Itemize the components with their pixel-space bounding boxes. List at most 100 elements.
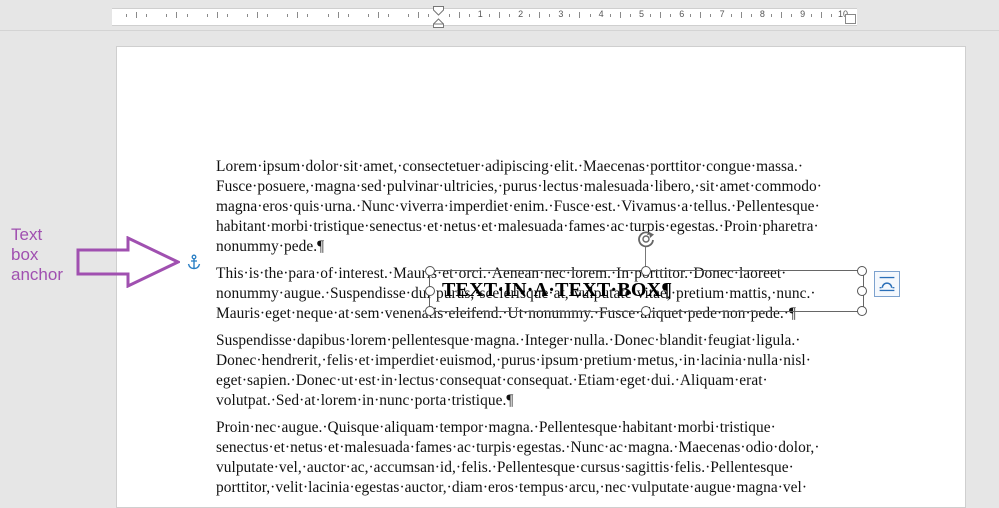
ruler-tick — [267, 14, 269, 17]
ruler-tick — [136, 12, 138, 18]
ruler-tick — [448, 14, 450, 17]
ruler-tick — [770, 14, 772, 17]
ruler-tick — [327, 14, 329, 17]
text-line: nonummy·pede.¶ — [216, 238, 325, 255]
annotation-line: anchor — [11, 265, 63, 284]
ruler-tick — [750, 14, 752, 17]
text-line: magna·eros·quis·urna.·Nunc·viverra·imper… — [216, 198, 820, 215]
ruler-tick — [589, 14, 591, 17]
text-line: volutpat.·Sed·at·lorem·in·nunc·porta·tri… — [216, 392, 514, 409]
text-line: habitant·morbi·tristique·senectus·et·net… — [216, 218, 819, 235]
ruler-tick — [529, 14, 531, 17]
ruler-tick — [539, 12, 541, 18]
ruler-tick — [700, 12, 702, 18]
ruler-tick — [831, 14, 833, 17]
ruler-tick — [488, 14, 490, 17]
resize-handle-bottom-right[interactable] — [857, 306, 867, 316]
ruler-tick — [408, 14, 410, 17]
ruler-number: 7 — [719, 9, 725, 19]
ruler-tick — [821, 12, 823, 18]
ruler-tick — [337, 12, 339, 18]
layout-options-button[interactable] — [874, 271, 900, 297]
ruler-number: 5 — [638, 9, 645, 19]
ruler-tick — [428, 14, 430, 17]
ruler-tick — [347, 14, 349, 17]
ruler-tick — [468, 14, 470, 17]
ruler-tick — [690, 14, 692, 17]
ruler-number: 3 — [558, 9, 564, 19]
ruler-tick — [579, 12, 581, 18]
resize-handle-bottom-left[interactable] — [425, 306, 435, 316]
arrow-right-outline-icon — [76, 236, 180, 288]
ruler-tick — [287, 14, 289, 17]
text-line: vulputate·vel,·auctor·ac,·accumsan·id,·f… — [216, 459, 794, 476]
ruler-tick — [247, 14, 248, 17]
ruler-tick — [569, 14, 571, 17]
ruler-tick — [186, 14, 188, 17]
resize-handle-top-left[interactable] — [425, 266, 435, 276]
ruler-tick — [126, 14, 128, 17]
ruler-tick — [730, 14, 732, 17]
ruler-tick — [458, 12, 460, 18]
text-line: Lorem·ipsum·dolor·sit·amet,·consectetuer… — [216, 158, 804, 175]
text-line: Donec·hendrerit,·felis·et·imperdiet·euis… — [216, 352, 811, 369]
ruler-number: 2 — [518, 9, 524, 19]
ruler-number: 9 — [800, 9, 806, 19]
ruler-tick — [660, 12, 662, 18]
paragraph-3[interactable]: Suspendisse·dapibus·lorem·pellentesque·m… — [216, 331, 866, 411]
ruler-tick — [498, 12, 500, 18]
resize-handle-top-right[interactable] — [857, 266, 867, 276]
ruler-tick — [418, 12, 420, 18]
text-line: Suspendisse·dapibus·lorem·pellentesque·m… — [216, 332, 801, 349]
text-line: Proin·nec·augue.·Quisque·aliquam·tempor·… — [216, 419, 776, 436]
ruler-tick — [388, 14, 389, 17]
horizontal-ruler[interactable]: 1 2 3 4 5 6 7 8 9 10 — [0, 0, 999, 31]
ruler-tick — [609, 14, 611, 17]
indent-marker-icon[interactable] — [433, 6, 444, 28]
ruler-number: 1 — [477, 9, 483, 19]
layout-options-icon — [879, 276, 895, 292]
annotation-label: Text box anchor — [11, 225, 63, 285]
ruler-tick — [781, 12, 782, 18]
anchor-icon[interactable] — [186, 254, 202, 270]
paragraph-1[interactable]: Lorem·ipsum·dolor·sit·amet,·consectetuer… — [216, 157, 866, 257]
resize-handle-top[interactable] — [641, 266, 651, 276]
ruler-tick — [508, 14, 510, 17]
ruler-tick — [176, 12, 178, 18]
ruler-tick — [367, 14, 369, 17]
paragraph-4[interactable]: Proin·nec·augue.·Quisque·aliquam·tempor·… — [216, 418, 866, 498]
text-box-content[interactable]: TEXT·IN·A·TEXT·BOX¶ — [442, 278, 672, 302]
ruler-tick — [206, 14, 208, 17]
rotate-handle-icon[interactable] — [636, 229, 656, 249]
ruler-tick — [650, 14, 651, 17]
text-line: eget·sapien.·Donec·ut·est·in·lectus·cons… — [216, 372, 768, 389]
right-indent-marker-icon[interactable] — [845, 14, 856, 24]
ruler-tick — [146, 14, 148, 17]
ruler-tick — [216, 12, 218, 18]
ruler-tick — [629, 14, 631, 17]
ruler-tick — [297, 12, 299, 18]
ruler-number: 4 — [598, 9, 604, 19]
text-line: Fusce·posuere,·magna·sed·pulvinar·ultric… — [216, 178, 822, 195]
ruler-tick — [377, 12, 379, 18]
ruler-tick — [257, 12, 258, 18]
ruler-tick — [307, 14, 309, 17]
ruler-tick — [740, 12, 742, 18]
ruler-track[interactable] — [112, 8, 857, 26]
ruler-tick — [549, 14, 551, 17]
ruler-tick — [710, 14, 712, 17]
ruler-tick — [619, 12, 621, 18]
text-line: porttitor,·velit·lacinia·egestas·auctor,… — [216, 479, 808, 496]
ruler-tick — [166, 14, 168, 17]
ruler-tick — [670, 14, 672, 17]
ruler-tick — [226, 14, 228, 17]
resize-handle-left[interactable] — [425, 286, 435, 296]
ruler-tick — [791, 14, 792, 17]
resize-handle-right[interactable] — [857, 286, 867, 296]
ruler-tick — [811, 14, 813, 17]
annotation-line: Text — [11, 225, 43, 244]
resize-handle-bottom[interactable] — [641, 306, 651, 316]
text-line: senectus·et·netus·et·malesuada·fames·ac·… — [216, 439, 820, 456]
ruler-number: 6 — [679, 9, 685, 19]
annotation-line: box — [11, 245, 39, 264]
